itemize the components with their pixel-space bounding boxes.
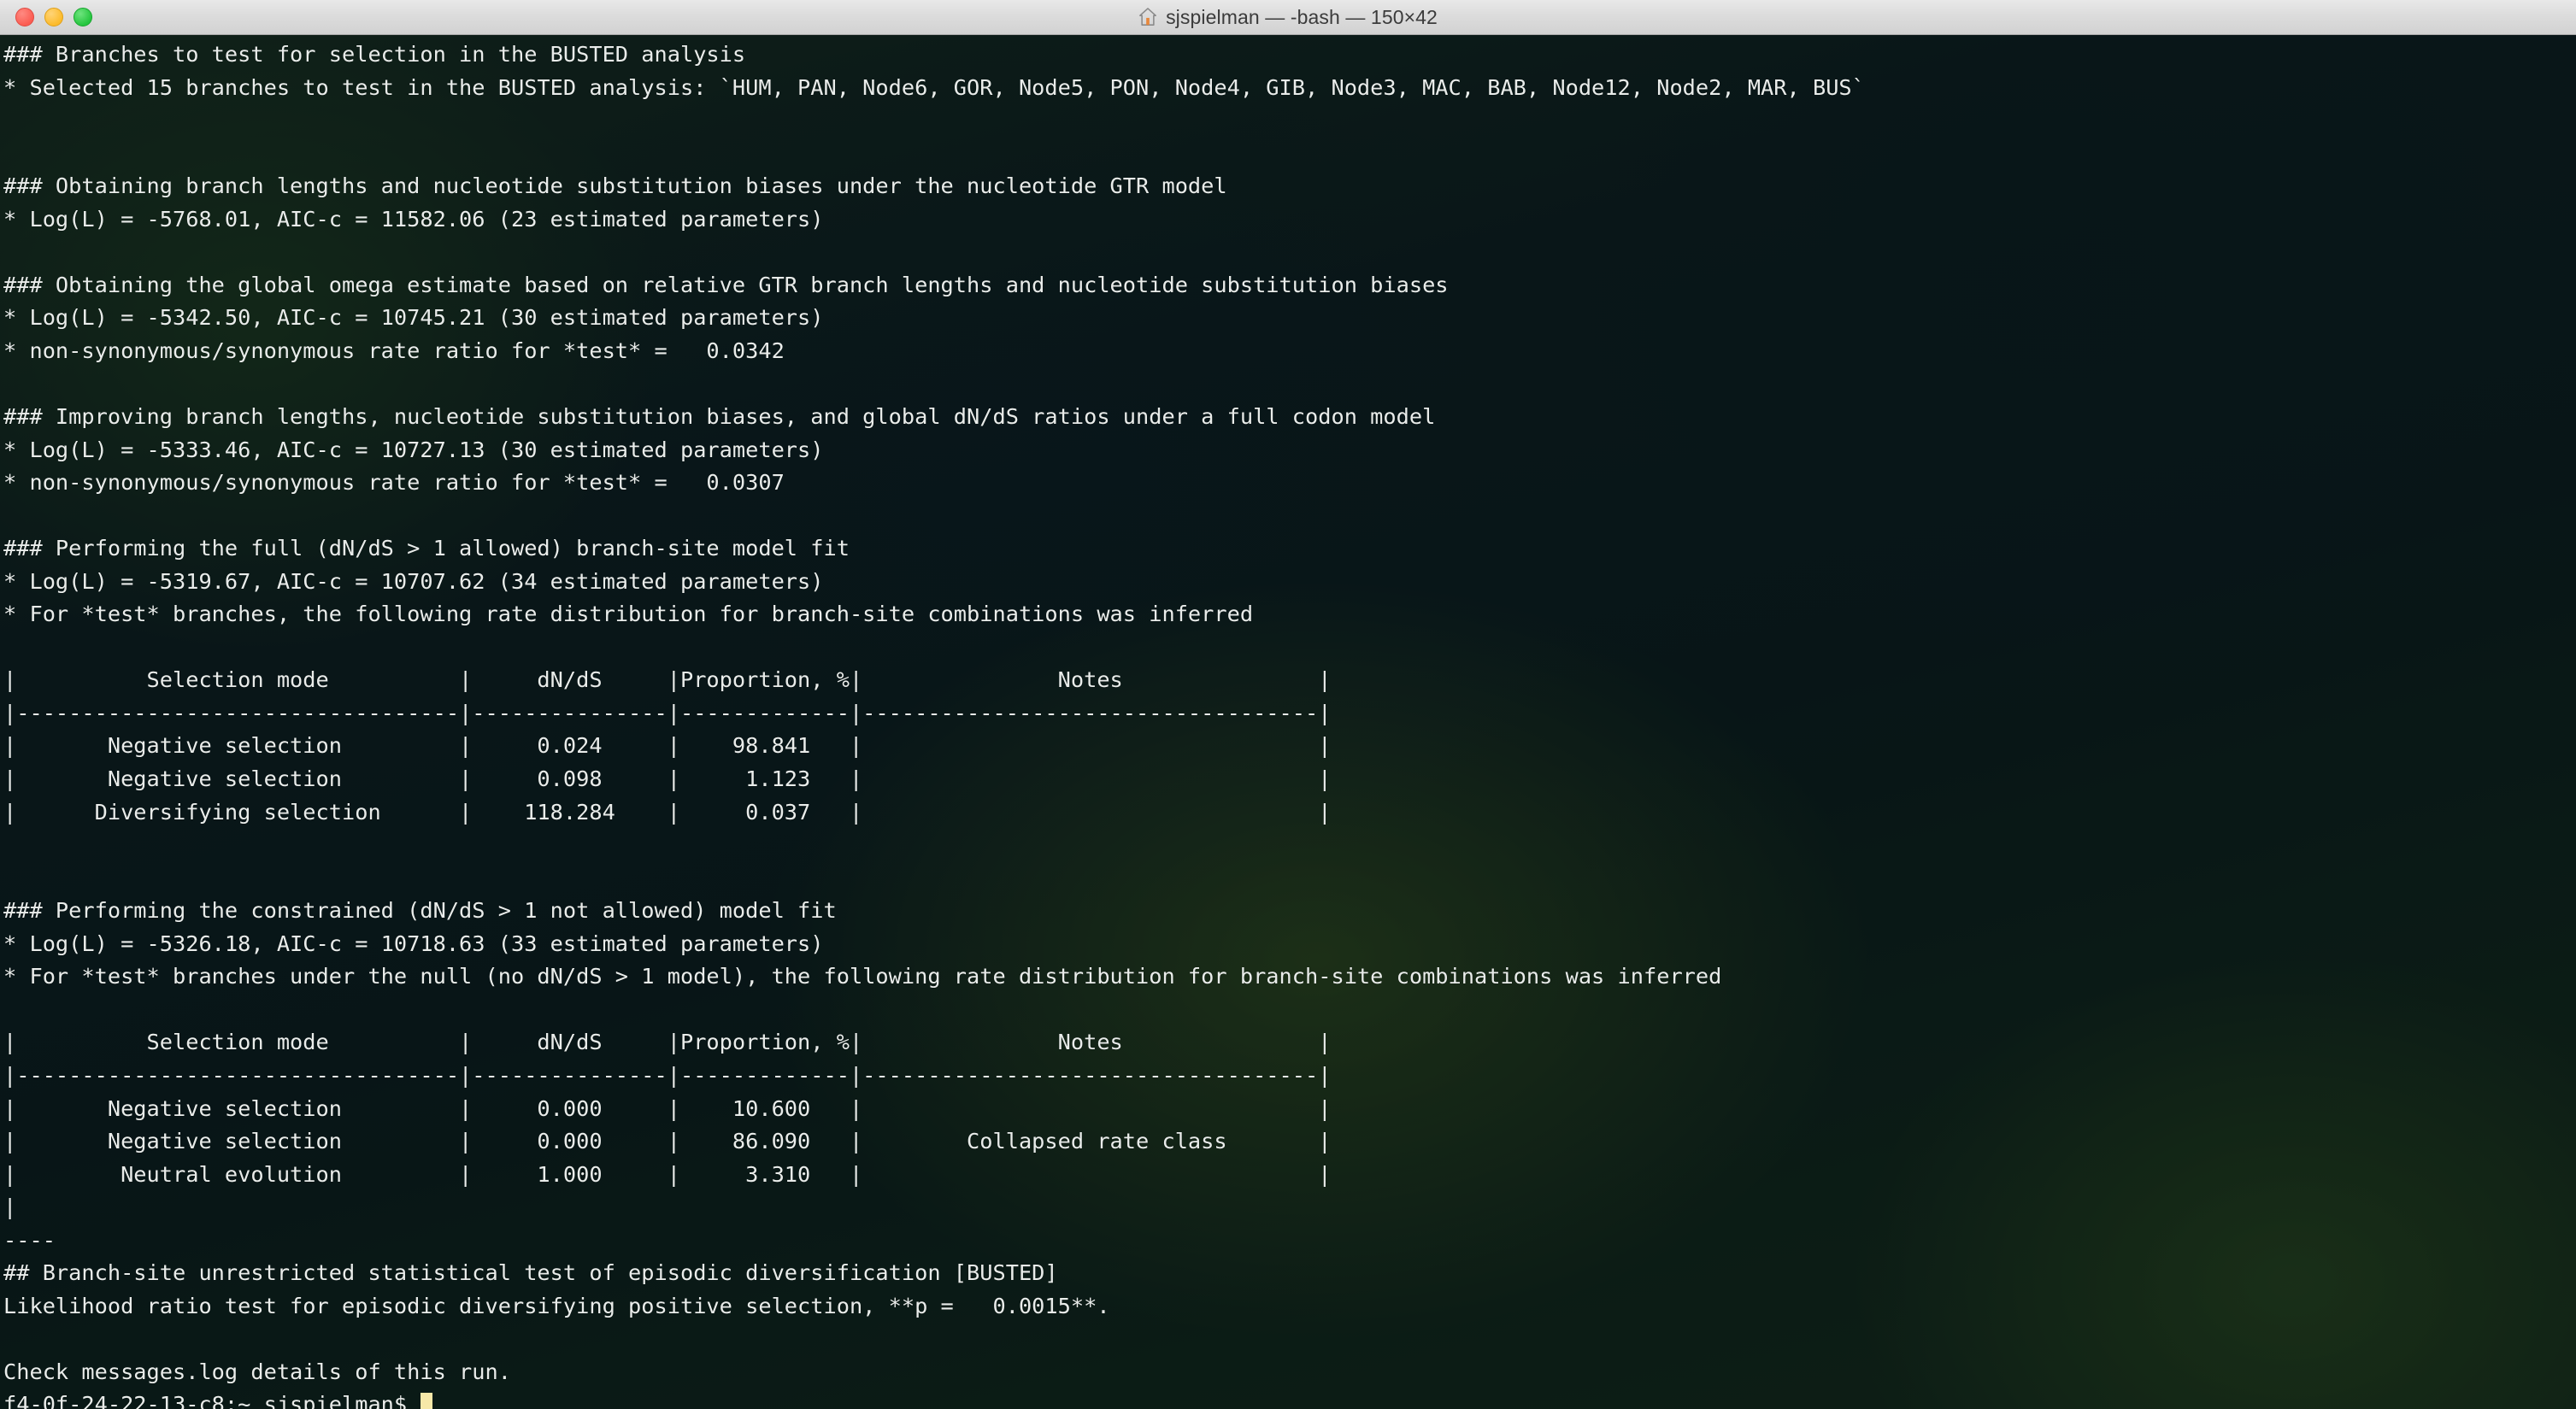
close-button[interactable] [15, 8, 34, 26]
terminal-line: Check messages.log details of this run. [3, 1359, 511, 1384]
home-icon [1139, 8, 1157, 26]
terminal-line: * non-synonymous/synonymous rate ratio f… [3, 338, 785, 363]
terminal-line: | Neutral evolution | 1.000 | 3.310 | | [3, 1161, 1332, 1187]
terminal-line: | Selection mode | dN/dS |Proportion, %|… [3, 1030, 1332, 1055]
terminal-line: ### Branches to test for selection in th… [3, 42, 746, 67]
terminal-line: | Negative selection | 0.000 | 10.600 | … [3, 1095, 1332, 1121]
terminal-line: ### Improving branch lengths, nucleotide… [3, 404, 1436, 430]
terminal-line: Likelihood ratio test for episodic diver… [3, 1293, 1110, 1318]
terminal-line: * Log(L) = -5333.46, AIC-c = 10727.13 (3… [3, 437, 824, 462]
terminal-line: * For *test* branches, the following rat… [3, 602, 1254, 627]
terminal-line: ### Obtaining the global omega estimate … [3, 272, 1449, 297]
window-controls [15, 0, 92, 34]
window-title-group: sjspielman — -bash — 150×42 [1138, 6, 1438, 29]
minimize-button[interactable] [44, 8, 63, 26]
terminal-line: | Negative selection | 0.024 | 98.841 | … [3, 733, 1332, 759]
terminal-line: ---- [3, 1227, 56, 1253]
terminal-line: * Log(L) = -5768.01, AIC-c = 11582.06 (2… [3, 206, 824, 232]
terminal-background: ### Branches to test for selection in th… [0, 35, 2576, 1409]
terminal-screen[interactable]: ### Branches to test for selection in th… [0, 35, 2576, 1409]
terminal-window: sjspielman — -bash — 150×42 ### Branches… [0, 0, 2576, 1409]
terminal-line: * Log(L) = -5342.50, AIC-c = 10745.21 (3… [3, 305, 824, 331]
terminal-line: | Negative selection | 0.000 | 86.090 | … [3, 1129, 1332, 1154]
terminal-line: * non-synonymous/synonymous rate ratio f… [3, 470, 785, 496]
terminal-line: | [3, 1195, 17, 1220]
shell-prompt-line[interactable]: f4-0f-24-22-13-c8:~ sjspielman$ [3, 1388, 2576, 1409]
terminal-line: |----------------------------------|----… [3, 1062, 1332, 1088]
terminal-line: * Selected 15 branches to test in the BU… [3, 74, 1865, 100]
terminal-line: ### Performing the constrained (dN/dS > … [3, 898, 837, 924]
terminal-line: * Log(L) = -5319.67, AIC-c = 10707.62 (3… [3, 568, 824, 594]
terminal-cursor [421, 1393, 433, 1409]
terminal-line: ## Branch-site unrestricted statistical … [3, 1260, 1058, 1286]
maximize-button[interactable] [74, 8, 92, 26]
terminal-line: * For *test* branches under the null (no… [3, 964, 1722, 989]
window-title: sjspielman — -bash — 150×42 [1166, 5, 1438, 28]
terminal-line: | Selection mode | dN/dS |Proportion, %|… [3, 667, 1332, 693]
terminal-line: |----------------------------------|----… [3, 700, 1332, 725]
window-titlebar[interactable]: sjspielman — -bash — 150×42 [0, 0, 2576, 35]
terminal-line: | Negative selection | 0.098 | 1.123 | | [3, 766, 1332, 792]
terminal-output-buffer: ### Branches to test for selection in th… [3, 38, 2576, 1409]
terminal-line: ### Obtaining branch lengths and nucleot… [3, 173, 1227, 199]
terminal-line: | Diversifying selection | 118.284 | 0.0… [3, 799, 1332, 825]
terminal-line: * Log(L) = -5326.18, AIC-c = 10718.63 (3… [3, 931, 824, 956]
shell-prompt-text: f4-0f-24-22-13-c8:~ sjspielman$ [3, 1392, 421, 1409]
terminal-line: ### Performing the full (dN/dS > 1 allow… [3, 536, 850, 561]
